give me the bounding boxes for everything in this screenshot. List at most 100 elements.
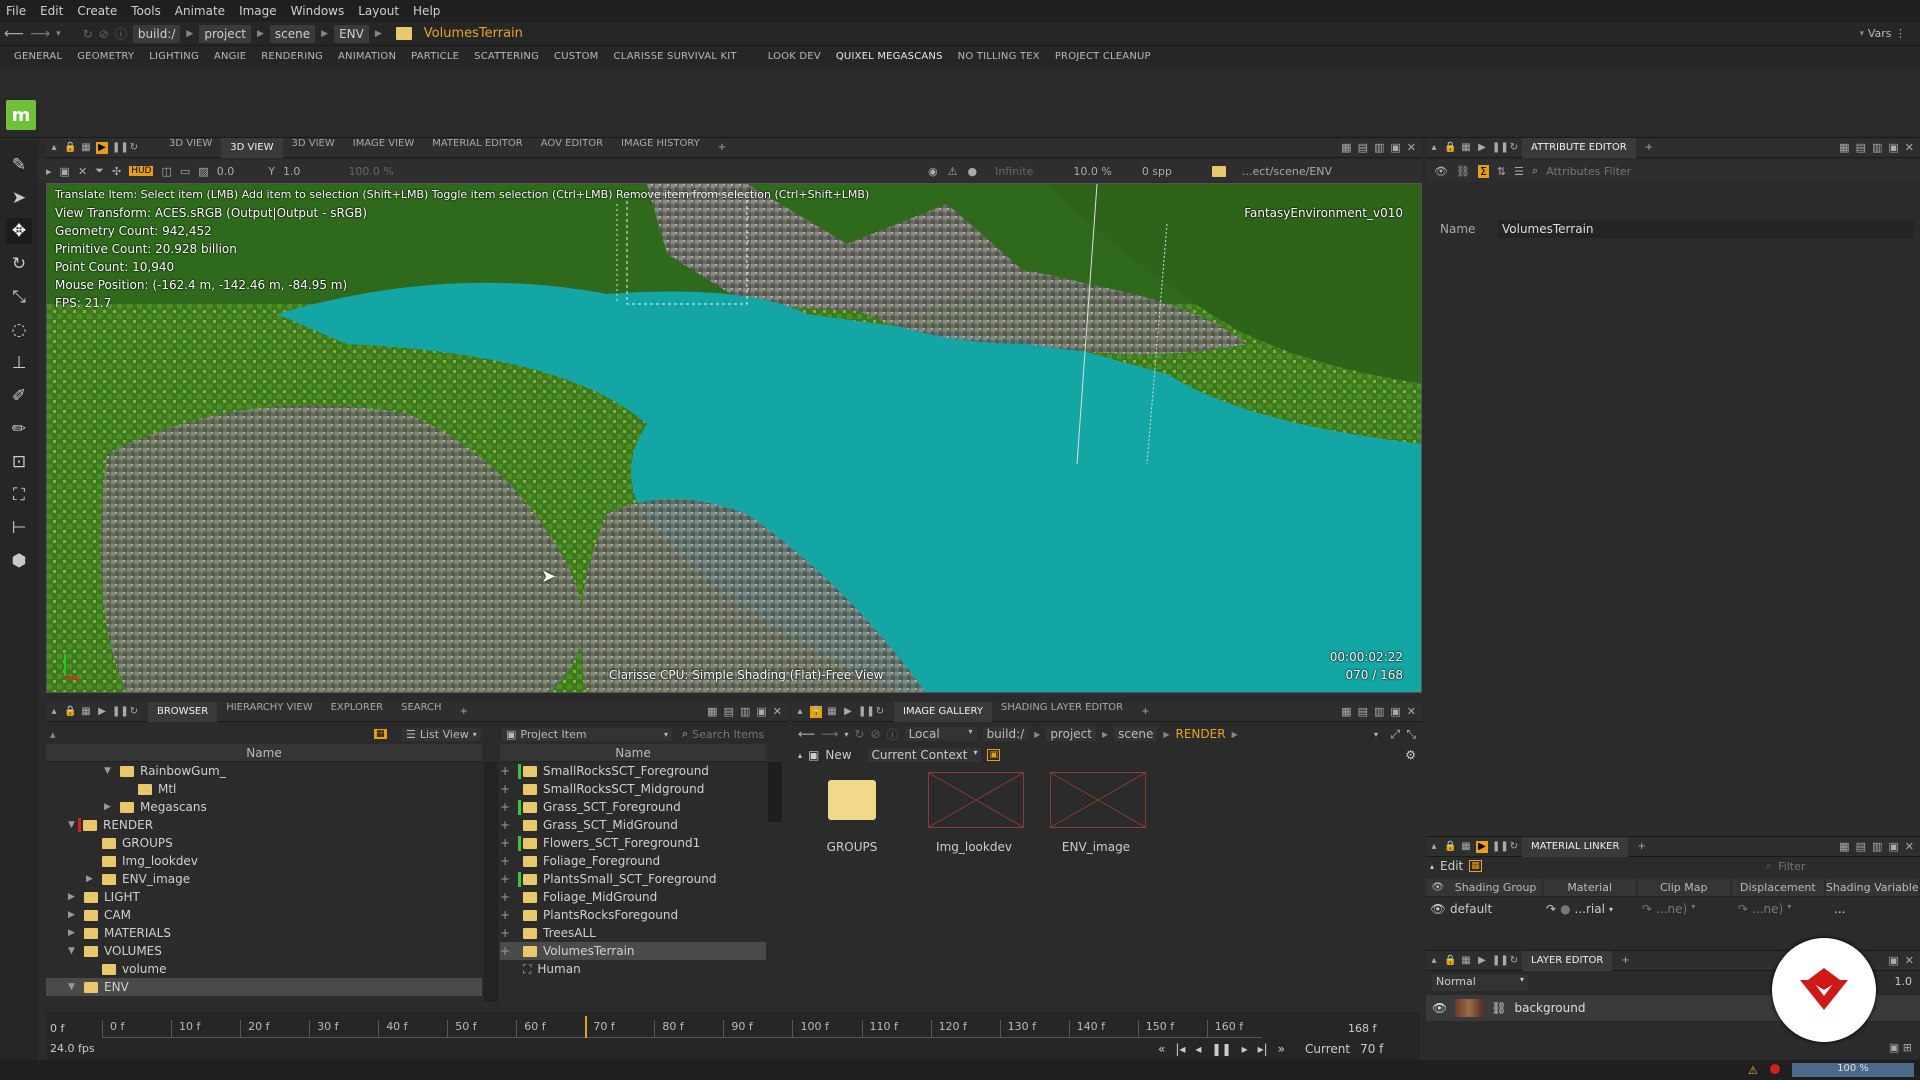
- tree-item[interactable]: GROUPS: [46, 834, 482, 852]
- shelf-tab[interactable]: CUSTOM: [554, 51, 598, 62]
- tab-viewport[interactable]: AOV EDITOR: [532, 138, 612, 158]
- play-icon[interactable]: ▶: [1476, 142, 1488, 154]
- vars-button[interactable]: Vars ⋮: [1868, 27, 1906, 40]
- lock-icon[interactable]: 🔒: [1444, 841, 1456, 853]
- prev-frame-icon[interactable]: ◂: [1195, 1042, 1201, 1056]
- menu-layout[interactable]: Layout: [358, 4, 399, 18]
- split-v-icon[interactable]: ▥: [1374, 705, 1384, 718]
- max-icon[interactable]: ▣: [1390, 705, 1400, 718]
- layer-name[interactable]: background: [1514, 1001, 1585, 1015]
- list-item[interactable]: ⛶ Human: [500, 960, 766, 978]
- column-header[interactable]: Clip Map: [1637, 879, 1730, 897]
- lock-icon[interactable]: 🔒: [64, 706, 76, 718]
- dropdown-icon[interactable]: ▾: [844, 730, 848, 739]
- shelf-tab[interactable]: PROJECT CLEANUP: [1055, 51, 1151, 62]
- tab-browser[interactable]: HIERARCHY VIEW: [217, 702, 321, 722]
- close-icon[interactable]: ✕: [773, 705, 782, 718]
- layer-add-icon[interactable]: ▣ ⊞: [1889, 1041, 1912, 1054]
- view-toggle-icon[interactable]: ▦: [374, 729, 387, 739]
- menu-tools[interactable]: Tools: [131, 4, 161, 18]
- gamma-value[interactable]: 1.0: [283, 165, 301, 178]
- max-icon[interactable]: ▣: [1888, 840, 1898, 853]
- menu-image[interactable]: Image: [239, 4, 277, 18]
- stop-icon[interactable]: ⊘: [99, 27, 109, 41]
- grid-icon[interactable]: ▦: [1341, 141, 1351, 154]
- view-mode-select[interactable]: ☰ List View ▾: [402, 727, 481, 741]
- tab-viewport[interactable]: 3D VIEW: [160, 138, 221, 158]
- shading-variable-value[interactable]: ...: [1834, 902, 1894, 916]
- name-field[interactable]: VolumesTerrain: [1498, 220, 1914, 238]
- move-icon[interactable]: ✥: [6, 218, 32, 244]
- tree-item[interactable]: ▼ VOLUMES: [46, 942, 482, 960]
- timeline[interactable]: 0 f 24.0 fps 0 f 10 f 20 f 30 f 40 f 50 f 60 f…: [46, 1012, 1420, 1060]
- arrow-icon[interactable]: ▴: [1428, 955, 1440, 967]
- timeline-end[interactable]: 168 f: [1348, 1022, 1376, 1035]
- gallery-path-segment[interactable]: project: [1046, 727, 1096, 741]
- shelf-tab[interactable]: SCATTERING: [474, 51, 539, 62]
- snap-icon[interactable]: ✣: [112, 165, 121, 178]
- arrow-icon[interactable]: ▴: [794, 706, 806, 718]
- menu-file[interactable]: File: [6, 4, 26, 18]
- shelf-tab[interactable]: CLARISSE SURVIVAL KIT: [614, 51, 737, 62]
- pause-icon[interactable]: ❚❚: [112, 706, 129, 718]
- zoom-value[interactable]: 10.0 %: [1073, 165, 1111, 178]
- split-h-icon[interactable]: ▤: [724, 705, 734, 718]
- split-v-icon[interactable]: ▥: [1872, 141, 1882, 154]
- expand-plus-icon[interactable]: +: [500, 800, 518, 814]
- scale-icon[interactable]: ⤡: [6, 284, 32, 310]
- split-v-icon[interactable]: ▥: [1872, 840, 1882, 853]
- max-icon[interactable]: ▣: [756, 705, 766, 718]
- up-icon[interactable]: ▴: [50, 728, 56, 741]
- refresh-icon[interactable]: ↻: [874, 706, 886, 718]
- expand-plus-icon[interactable]: +: [500, 818, 518, 832]
- expand-arrow-icon[interactable]: ▼: [104, 766, 120, 776]
- tab-viewport[interactable]: MATERIAL EDITOR: [423, 138, 532, 158]
- path-segment[interactable]: build:/: [132, 24, 181, 43]
- shelf-tab[interactable]: GEOMETRY: [77, 51, 134, 62]
- max-icon[interactable]: ▣: [1390, 141, 1400, 154]
- info-icon[interactable]: ⓘ: [887, 726, 899, 743]
- brush-icon[interactable]: ✏: [6, 416, 32, 442]
- play-icon[interactable]: ▶: [1476, 840, 1488, 853]
- list-item[interactable]: + SmallRocksSCT_Midground: [500, 780, 766, 798]
- close-icon[interactable]: ✕: [1407, 705, 1416, 718]
- shelf-tab[interactable]: PARTICLE: [411, 51, 459, 62]
- lock-icon[interactable]: 🔒: [1444, 142, 1456, 154]
- refresh-icon[interactable]: ↻: [1508, 142, 1520, 154]
- list-icon[interactable]: ☰: [1514, 165, 1524, 178]
- prev-key-icon[interactable]: |◂: [1175, 1042, 1185, 1056]
- layout-icon[interactable]: ▦: [1460, 841, 1472, 853]
- path-dropdown-icon[interactable]: ▾: [1859, 29, 1864, 39]
- expand-plus-icon[interactable]: +: [500, 926, 518, 940]
- tab-viewport[interactable]: 3D VIEW: [283, 138, 344, 158]
- expand-arrow-icon[interactable]: ▶: [68, 910, 84, 920]
- layout-icon[interactable]: ▦: [826, 706, 838, 718]
- path-dropdown-icon[interactable]: ▾: [1374, 730, 1378, 739]
- path-current[interactable]: VolumesTerrain: [424, 26, 523, 41]
- frame-icon[interactable]: ⛶: [6, 482, 32, 508]
- camera-icon[interactable]: ▣: [60, 165, 70, 178]
- pause-icon[interactable]: ❚❚: [1492, 841, 1509, 853]
- menu-animate[interactable]: Animate: [175, 4, 225, 18]
- tree-item[interactable]: ▶ Megascans: [46, 798, 482, 816]
- eye-icon[interactable]: 👁: [1434, 165, 1448, 178]
- column-header[interactable]: Shading Group: [1449, 879, 1542, 897]
- tree-item[interactable]: ▼ RainbowGum_: [46, 762, 482, 780]
- eye-icon[interactable]: 👁: [1426, 902, 1450, 916]
- dropdown-icon[interactable]: ▾: [56, 29, 61, 39]
- up-icon[interactable]: ▴: [798, 751, 802, 760]
- add-tab-icon[interactable]: +: [1636, 142, 1662, 153]
- tab-layer-editor[interactable]: LAYER EDITOR: [1522, 950, 1613, 971]
- lock-icon[interactable]: 🔒: [1444, 955, 1456, 967]
- info-icon[interactable]: ⓘ: [115, 25, 127, 42]
- shelf-tab[interactable]: NO TILLING TEX: [958, 51, 1040, 62]
- lock-icon[interactable]: 🔒: [64, 142, 76, 154]
- tab-material-linker[interactable]: MATERIAL LINKER: [1522, 836, 1629, 857]
- eyedropper-icon[interactable]: ✎: [6, 152, 32, 178]
- percent-value[interactable]: 100.0 %: [348, 165, 393, 178]
- add-tab-icon[interactable]: +: [1132, 706, 1158, 717]
- list-item[interactable]: + Grass_SCT_Foreground: [500, 798, 766, 816]
- material-icon[interactable]: ▦: [1469, 860, 1482, 872]
- split-v-icon[interactable]: ▥: [740, 705, 750, 718]
- refresh-icon[interactable]: ↻: [83, 27, 93, 41]
